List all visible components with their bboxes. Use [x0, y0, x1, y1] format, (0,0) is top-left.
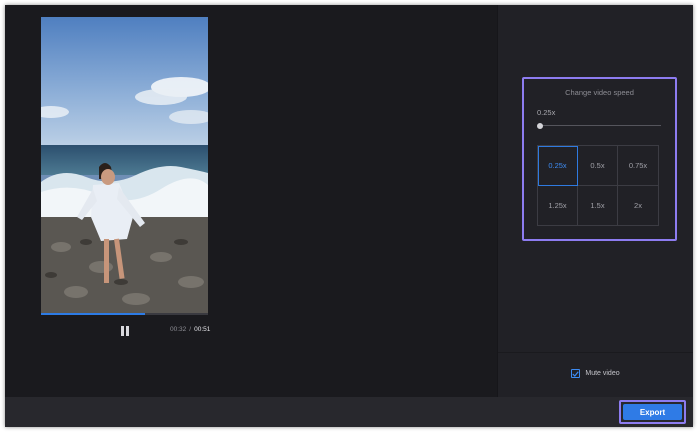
speed-option-2x[interactable]: 2x [618, 186, 658, 226]
export-highlight: Export [619, 400, 686, 424]
export-button[interactable]: Export [623, 404, 682, 420]
mute-label: Mute video [585, 370, 620, 377]
speed-option-0-5x[interactable]: 0.5x [578, 146, 618, 186]
speed-current-value: 0.25x [537, 108, 556, 117]
mute-checkbox[interactable] [571, 369, 581, 378]
video-preview-area: 00:32/00:51 [5, 5, 497, 397]
settings-panel: Change video speed 0.25x 0.25x 0.5x 0.75… [497, 5, 693, 397]
video-thumbnail-beach [41, 17, 208, 313]
speed-option-1-25x[interactable]: 1.25x [538, 185, 578, 225]
video-frame[interactable] [41, 17, 208, 313]
speed-options-grid: 0.25x 0.5x 0.75x 1.25x 1.5x 2x [537, 145, 659, 226]
video-speed-editor-window: 00:32/00:51 Change video speed 0.25x 0.2… [5, 5, 693, 427]
speed-option-0-25x[interactable]: 0.25x [538, 146, 578, 186]
mute-video-toggle[interactable]: Mute video [498, 369, 693, 378]
speed-option-0-75x[interactable]: 0.75x [618, 146, 658, 186]
video-progress-bar[interactable] [41, 313, 208, 315]
speed-title: Change video speed [565, 88, 634, 97]
speed-slider[interactable] [537, 123, 661, 129]
video-progress-fill [41, 313, 145, 315]
current-time: 00:32 [170, 326, 187, 333]
panel-divider [498, 352, 693, 353]
bottom-toolbar: Export [5, 397, 693, 427]
speed-slider-track [538, 125, 661, 126]
speed-slider-thumb[interactable] [537, 123, 543, 129]
total-time: 00:51 [194, 326, 211, 333]
checkmark-icon [572, 370, 580, 377]
playback-time: 00:32/00:51 [170, 326, 210, 333]
speed-settings-box: Change video speed 0.25x 0.25x 0.5x 0.75… [522, 77, 677, 241]
speed-option-1-5x[interactable]: 1.5x [578, 185, 618, 225]
pause-icon[interactable] [119, 325, 131, 337]
time-separator: / [189, 326, 192, 333]
